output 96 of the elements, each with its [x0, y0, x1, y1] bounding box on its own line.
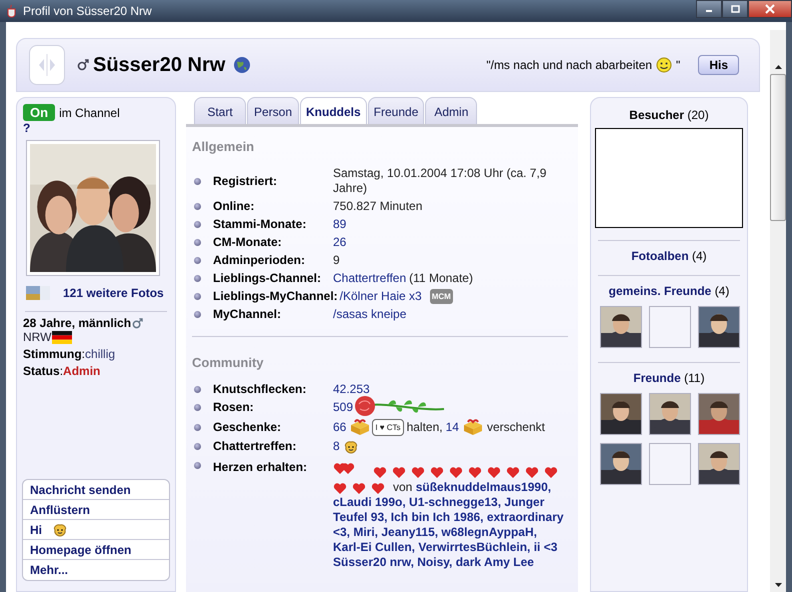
flag-icon [52, 330, 72, 344]
cup-icon [6, 4, 18, 18]
minimize-button[interactable] [696, 0, 722, 18]
channel-badge: MCM [430, 289, 453, 304]
empty-thumbnail [649, 306, 691, 348]
profile-name: Süsser20 Nrw [93, 54, 226, 76]
field-link[interactable]: 14 [446, 420, 459, 434]
tab[interactable]: Freunde [368, 97, 424, 124]
field-link[interactable]: 8 [333, 439, 340, 454]
quote-mark: " [676, 58, 680, 72]
male-symbol-icon [132, 318, 144, 328]
photo-stack-icon [25, 285, 51, 301]
close-icon [764, 4, 776, 14]
field-label: Chattertreffen: [213, 439, 298, 454]
male-symbol-icon [77, 59, 89, 71]
field-label: Online: [213, 199, 256, 214]
visitors-label: Besucher [629, 108, 684, 122]
window-title: Profil von Süsser20 Nrw [23, 4, 152, 18]
scroll-thumb[interactable] [770, 74, 786, 221]
region-label: NRW [23, 330, 52, 344]
field-link[interactable]: /sasas kneipe [333, 307, 406, 322]
close-button[interactable] [748, 0, 792, 18]
bullet-icon [194, 221, 201, 228]
field-label: Lieblings-Channel: [213, 271, 322, 286]
field-link[interactable]: 509 [333, 400, 354, 415]
section-title: Community [192, 355, 264, 370]
globe-icon [233, 56, 252, 74]
common-friends-link[interactable]: gemeins. Freunde [608, 284, 712, 298]
channel-label: im Channel [59, 106, 120, 120]
field-value: Samstag, 10.01.2004 17:08 Uhr (ca. 7,9 Jahre) [333, 166, 548, 196]
field-label: Adminperioden: [213, 253, 306, 268]
bullet-icon [194, 311, 201, 318]
field-label: Registriert: [213, 174, 278, 188]
field-note: (11 Monate) [409, 271, 473, 286]
field-link[interactable]: 42.253 [333, 382, 370, 397]
bullet-icon [194, 275, 201, 282]
status-value: Admin [63, 364, 100, 378]
gift-icon [462, 418, 484, 436]
action-menu-item[interactable]: Nachricht senden [23, 480, 169, 500]
maximize-icon [730, 5, 740, 13]
bullet-icon [194, 386, 201, 393]
field-label: Rosen: [213, 400, 255, 415]
bullet-icon [194, 462, 201, 469]
status-message: "/ms nach und nach abarbeiten [486, 58, 652, 72]
tab[interactable]: Knuddels [300, 97, 367, 124]
visitors-count: (20) [687, 108, 709, 122]
tab[interactable]: Start [194, 97, 246, 124]
bullet-icon [194, 239, 201, 246]
bullet-icon [194, 257, 201, 264]
field-label: MyChannel: [213, 307, 282, 322]
field-link[interactable]: Chattertreffen [333, 271, 406, 286]
field-value: 9 [333, 253, 340, 268]
field-label: Lieblings-MyChannel: [213, 289, 338, 304]
smiley-icon [656, 57, 672, 73]
bullet-icon [194, 404, 201, 411]
bullet-icon [194, 178, 201, 184]
friends-count: (11) [684, 371, 705, 385]
online-badge: On [23, 104, 56, 121]
field-value: halten, [406, 420, 443, 434]
photo-albums-link[interactable]: Fotoalben [631, 249, 689, 263]
age-gender-label: 28 Jahre, männlich [23, 316, 132, 330]
bullet-icon [194, 443, 201, 450]
tab[interactable]: Person [247, 97, 299, 124]
field-link[interactable]: 89 [333, 217, 346, 232]
common-friends-count: (4) [714, 284, 730, 298]
bullet-icon [194, 203, 201, 210]
hearts-senders-text: von süßeknuddelmaus1990, cLaudi 199o, U1-schnegge13, Junger Teufel 93, Ich bin Ich 1986, extraordinary <3, Miri, Jeany115, w68legnAyppaH, Karl-Ei Cullen, VerwirrtesBüchlein, ii <3 Süsser20 nrw, Noisy, dark Amy Lee [333, 480, 565, 570]
more-photos-link[interactable]: 121 weitere Fotos [63, 286, 164, 300]
status-label: Status: [23, 364, 64, 378]
field-link[interactable]: 26 [333, 235, 346, 250]
field-link[interactable]: 66 [333, 420, 346, 434]
gift-icon [349, 418, 372, 436]
tab[interactable]: Admin [425, 97, 478, 124]
section-title: Allgemein [192, 139, 256, 154]
friends-link[interactable]: Freunde [633, 371, 681, 385]
vertical-scrollbar[interactable] [770, 30, 786, 592]
mood-label: Stimmung: [23, 347, 86, 361]
field-label: Geschenke: [213, 420, 282, 434]
gift-tag: I ♥ CTs [372, 418, 404, 436]
field-label: Herzen erhalten: [213, 460, 308, 475]
channel-link[interactable]: ? [23, 121, 30, 135]
mood-value: chillig [85, 347, 116, 361]
smiley-icon [342, 440, 359, 454]
field-label: Knutschflecken: [213, 382, 308, 397]
maximize-button[interactable] [722, 0, 748, 18]
empty-thumbnail [649, 443, 691, 485]
field-value: 750.827 Minuten [333, 199, 422, 214]
bullet-icon [194, 424, 201, 430]
field-value: verschenkt [486, 420, 545, 434]
smiley-icon [52, 522, 68, 536]
bullet-icon [194, 293, 201, 300]
field-link[interactable]: /Kölner Haie x3 [340, 289, 422, 304]
field-label: Stammi-Monate: [213, 217, 308, 232]
field-label: CM-Monate: [213, 235, 283, 250]
albums-count: (4) [692, 249, 707, 263]
history-button[interactable]: His [698, 55, 739, 75]
